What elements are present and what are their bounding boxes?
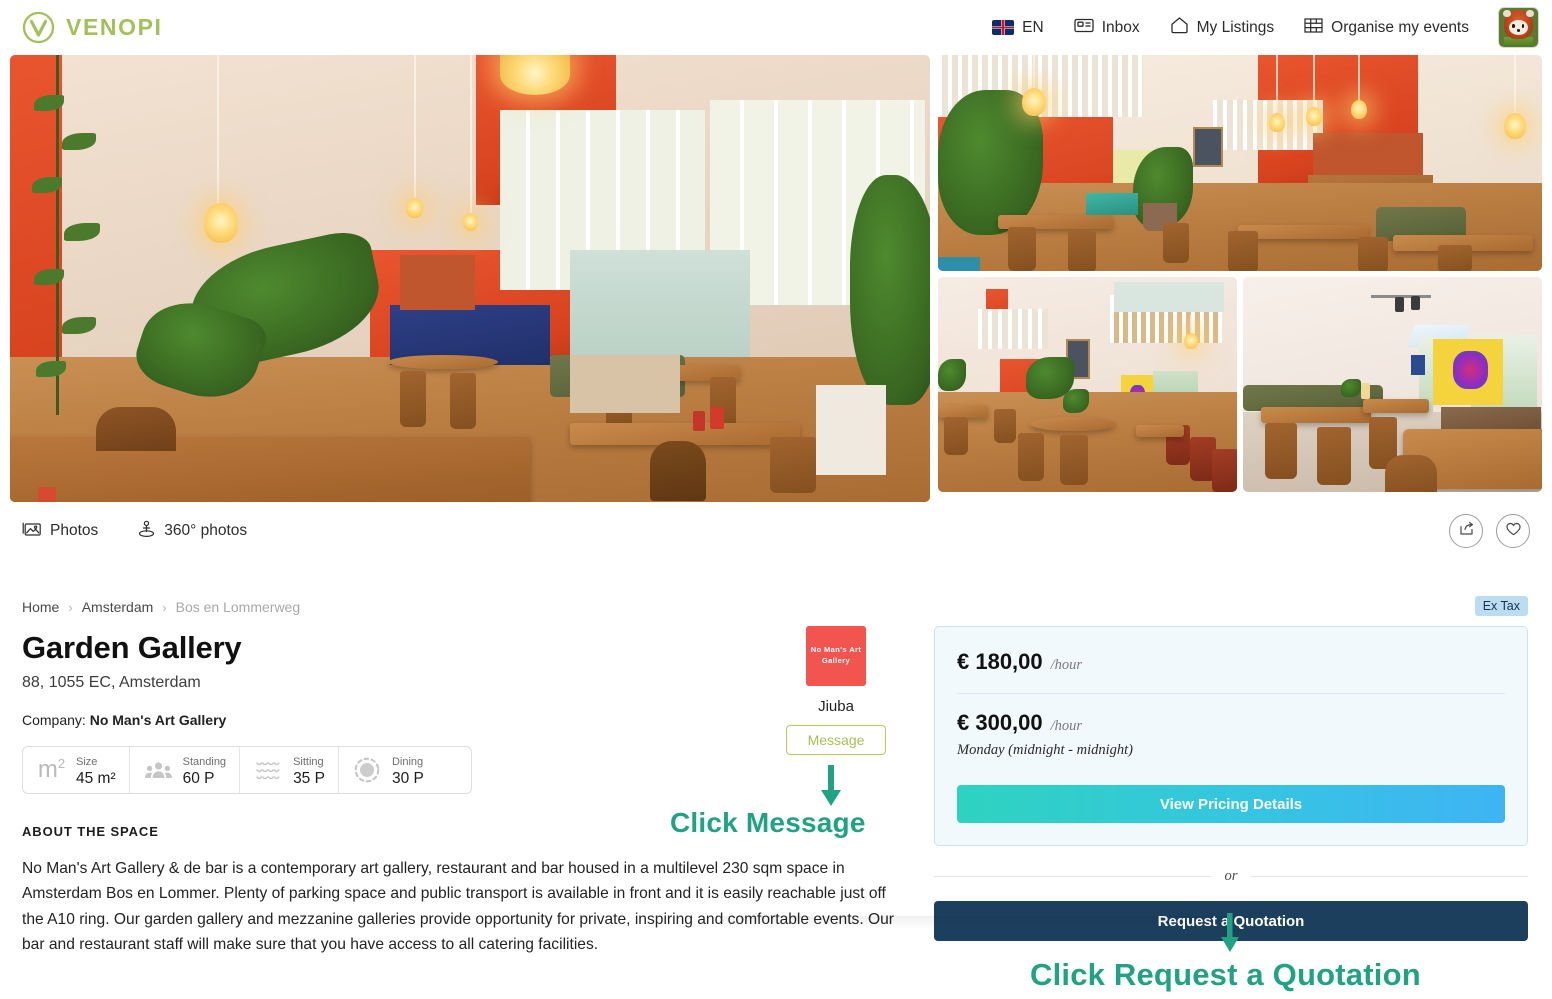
share-icon [1458,520,1475,542]
thumbnail-photo-1[interactable] [938,55,1542,271]
company-name: No Man's Art Gallery [89,712,227,728]
or-label: or [1224,868,1238,884]
spec-standing-value: 60 P [182,770,215,787]
host-name: Jiuba [818,698,854,715]
listing-details: Home › Amsterdam › Bos en Lommerweg Gard… [22,596,902,957]
brand-name: VENOPI [66,14,163,40]
share-button[interactable] [1449,514,1483,548]
tab-360-photos-label: 360° photos [164,522,248,539]
primary-price: € 180,00 [957,649,1043,674]
secondary-price-unit: /hour [1050,718,1083,734]
chevron-right-icon: › [68,599,73,615]
thumbnail-photo-2[interactable] [938,277,1237,492]
nav-inbox[interactable]: Inbox [1074,17,1140,39]
listing-address: 88, 1055 EC, Amsterdam [22,674,201,691]
arrow-down-icon [818,765,844,812]
nav-my-listings[interactable]: My Listings [1170,16,1275,39]
spec-standing: Standing 60 P [130,747,241,793]
arrow-down-icon [1218,913,1242,958]
user-avatar[interactable] [1499,8,1538,47]
photos-icon [22,521,41,542]
message-button[interactable]: Message [786,725,886,755]
site-header: VENOPI EN Inbox My Listings Organise my … [0,0,1552,55]
spec-standing-label: Standing [182,755,227,768]
host-card: No Man's Art Gallery Jiuba Message [786,626,886,755]
price-card: € 180,00 /hour € 300,00 /hour Monday (mi… [934,626,1528,846]
sitting-rows-icon [253,755,284,786]
page-title: Garden Gallery [22,630,242,665]
gallery-tabs: Photos 360° photos [22,520,247,543]
standing-people-icon [143,755,174,786]
main-nav: EN Inbox My Listings Organise my events [992,8,1538,47]
ex-tax-badge: Ex Tax [1474,596,1528,616]
nav-language[interactable]: EN [992,19,1044,37]
gallery-toolbar: Photos 360° photos [22,508,1530,554]
price-divider [957,693,1505,694]
primary-price-unit: /hour [1050,657,1083,673]
uk-flag-icon [992,20,1015,35]
heart-icon [1505,521,1522,542]
company-label: Company: [22,712,86,728]
nav-organise-events-label: Organise my events [1331,18,1469,36]
secondary-price-note: Monday (midnight - midnight) [957,742,1133,758]
spec-sitting: Sitting 35 P [240,747,339,793]
dining-table-icon [352,755,383,786]
about-text: No Man's Art Gallery & de bar is a conte… [22,860,895,953]
company-logo: No Man's Art Gallery [806,626,866,686]
or-divider: or [934,868,1528,885]
tab-360-photos[interactable]: 360° photos [138,520,247,543]
spec-size-value: 45 m² [76,770,116,787]
spec-dining-value: 30 P [391,770,424,787]
gallery-actions [1449,514,1530,548]
photo-gallery [10,55,1542,502]
favourite-button[interactable] [1496,514,1530,548]
nav-organise-events[interactable]: Organise my events [1304,17,1469,39]
annotation-message-text: Click Message [670,807,866,838]
nav-language-label: EN [1022,18,1044,36]
breadcrumb-city[interactable]: Amsterdam [82,599,154,615]
inbox-icon [1074,17,1094,39]
spec-dining: Dining 30 P [339,747,437,793]
chevron-right-icon: › [162,599,167,615]
breadcrumb-street: Bos en Lommerweg [175,599,301,615]
nav-my-listings-label: My Listings [1196,18,1275,36]
breadcrumb-home[interactable]: Home [22,599,59,615]
spec-size: m2 Size 45 m² [23,747,130,793]
calendar-grid-icon [1304,17,1323,39]
brand-logo[interactable]: VENOPI [22,11,163,44]
thumbnail-column [938,55,1542,502]
secondary-price-row: € 300,00 /hour [957,710,1505,736]
view-pricing-details-button[interactable]: View Pricing Details [957,785,1505,823]
tab-photos[interactable]: Photos [22,521,98,542]
spec-size-label: Size [76,755,98,768]
panorama-person-icon [138,520,155,543]
tab-photos-label: Photos [50,522,99,539]
annotation-quotation-text: Click Request a Quotation [1030,957,1421,992]
divider-line-right [1251,876,1528,877]
venopi-logo-icon [22,11,55,44]
listing-page: VENOPI EN Inbox My Listings Organise my … [0,0,1552,999]
divider-line-left [934,876,1211,877]
square-meter-icon: m2 [37,756,66,783]
home-icon [1170,16,1189,39]
company-line: Company: No Man's Art Gallery [22,712,902,728]
spec-sitting-value: 35 P [293,770,325,787]
hero-photo[interactable] [10,55,930,502]
panel-shadow [720,916,1240,930]
booking-panel: Ex Tax € 180,00 /hour € 300,00 /hour Mon… [934,596,1528,941]
secondary-price: € 300,00 [957,710,1043,735]
capacity-specs: m2 Size 45 m² Standing 60 P Sitting 35 P… [22,746,472,794]
spec-dining-label: Dining [391,755,424,768]
primary-price-row: € 180,00 /hour [957,649,1505,675]
thumbnail-photo-3[interactable] [1243,277,1542,492]
breadcrumb: Home › Amsterdam › Bos en Lommerweg [22,596,902,618]
spec-sitting-label: Sitting [293,755,324,768]
thumbnail-row [938,277,1542,492]
nav-inbox-label: Inbox [1101,18,1140,36]
